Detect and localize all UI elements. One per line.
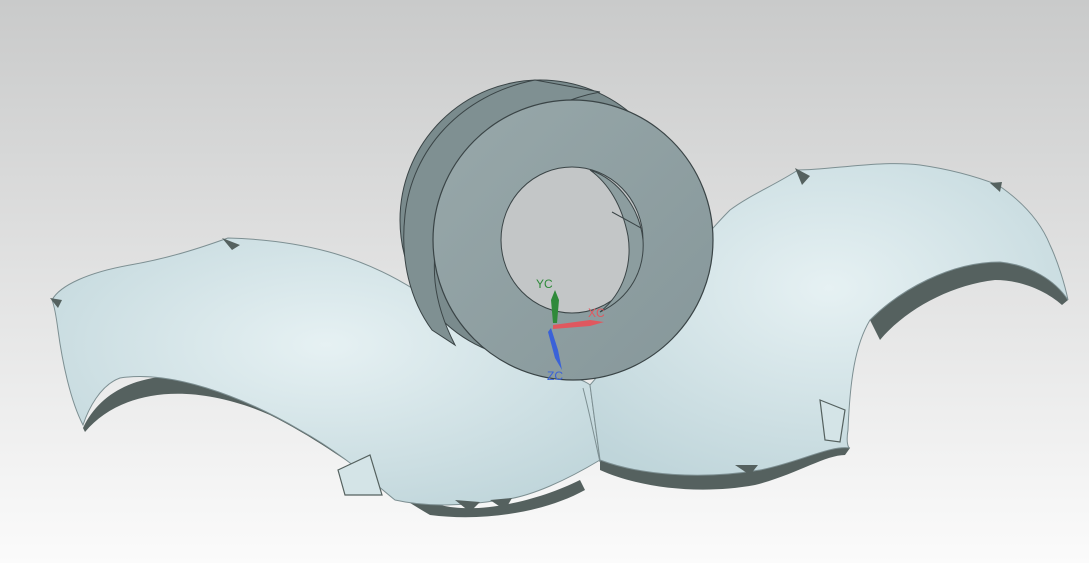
3d-scene[interactable]: YC XC ZC: [0, 0, 1089, 563]
z-axis-label: ZC: [547, 369, 563, 383]
y-axis-label: YC: [536, 277, 553, 291]
graphics-viewport[interactable]: YC XC ZC: [0, 0, 1089, 563]
x-axis-label: XC: [588, 306, 605, 320]
